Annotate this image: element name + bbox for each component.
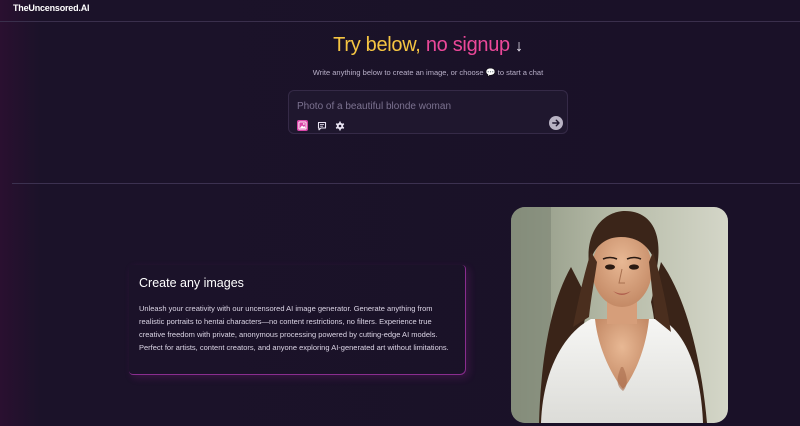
gear-icon [335, 121, 344, 130]
chat-icon [317, 121, 326, 130]
sample-portrait-image [511, 207, 728, 423]
feature-description: Unleash your creativity with our uncenso… [139, 304, 449, 352]
hero-subtitle: Write anything below to create an image,… [0, 68, 800, 77]
settings-button[interactable] [334, 120, 345, 131]
image-mode-button[interactable] [297, 120, 308, 131]
section-divider [12, 183, 800, 184]
portrait-illustration [511, 207, 728, 423]
speech-bubble-icon: 💬 [485, 68, 496, 77]
chat-mode-button[interactable] [316, 120, 327, 131]
send-button[interactable] [549, 116, 563, 130]
feature-card: Create any images Unleash your creativit… [129, 265, 466, 375]
site-logo[interactable]: TheUncensored.AI [13, 3, 90, 13]
arrow-right-circle-icon [552, 119, 560, 127]
hero-title: Try below, no signup ↓ [0, 34, 800, 57]
hero-subtitle-after: to start a chat [497, 68, 544, 77]
arrow-down-icon: ↓ [515, 38, 523, 55]
landing-page: TheUncensored.AI Try below, no signup ↓ … [0, 0, 800, 426]
top-bar: TheUncensored.AI [0, 0, 800, 22]
hero-title-highlight: Try below, [333, 34, 421, 56]
hero-title-accent: no signup [425, 34, 510, 56]
prompt-box [288, 90, 568, 134]
feature-title: Create any images [139, 276, 244, 290]
prompt-input[interactable] [297, 99, 537, 113]
hero-subtitle-before: Write anything below to create an image,… [312, 68, 484, 77]
image-icon [298, 121, 307, 130]
